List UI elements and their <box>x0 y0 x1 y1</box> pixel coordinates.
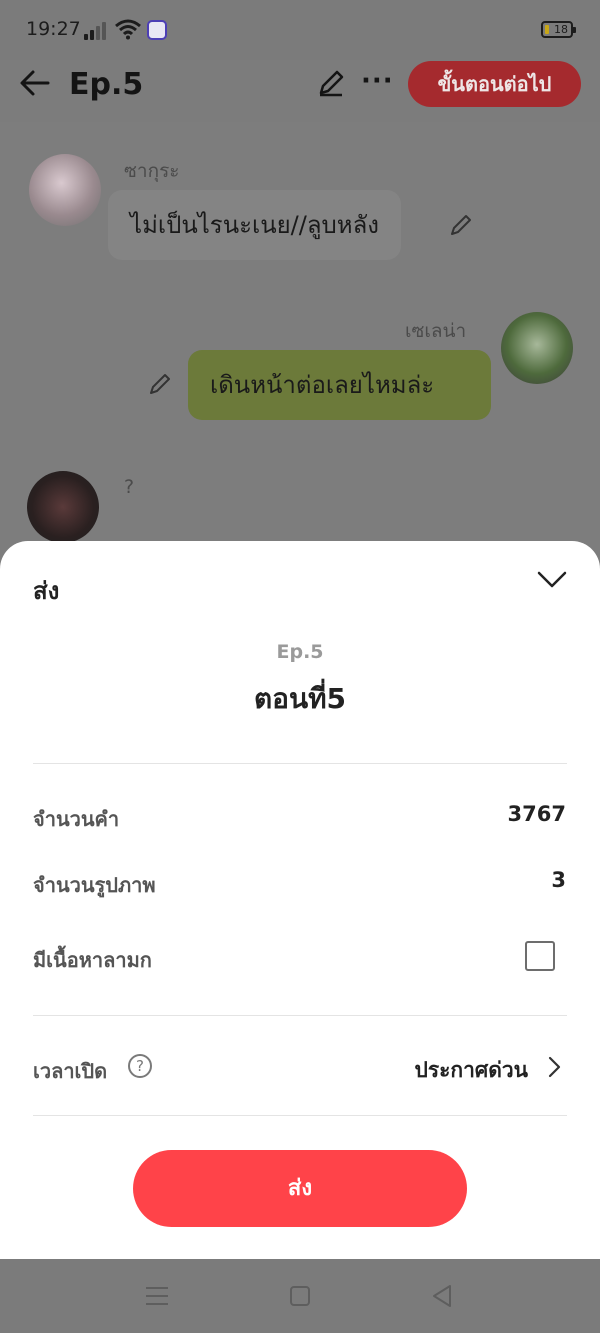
chevron-down-icon[interactable] <box>536 567 568 591</box>
open-time-value[interactable]: ประกาศด่วน <box>414 1054 528 1087</box>
pencil-icon[interactable] <box>147 371 173 397</box>
message-bubble[interactable]: เดินหน้าต่อเลยไหมล่ะ <box>188 350 491 420</box>
submit-button[interactable]: ส่ง <box>133 1150 467 1227</box>
avatar[interactable] <box>501 312 573 384</box>
divider <box>33 763 567 764</box>
home-icon[interactable] <box>290 1286 310 1306</box>
app-notification-icon <box>147 20 167 40</box>
page-title: Ep.5 <box>69 67 144 102</box>
adult-content-label: มีเนื้อหาลามก <box>33 948 152 972</box>
avatar[interactable] <box>27 471 99 543</box>
next-step-button[interactable]: ขั้นตอนต่อไป <box>408 61 581 107</box>
episode-label: Ep.5 <box>276 641 324 663</box>
sender-name: ? <box>124 476 135 498</box>
adult-content-checkbox[interactable] <box>525 941 555 971</box>
battery-icon: 18 <box>541 21 576 38</box>
divider <box>33 1015 567 1016</box>
sender-name: เซเลน่า <box>405 320 467 342</box>
system-nav-bar <box>0 1259 600 1333</box>
episode-name: ตอนที่5 <box>253 682 347 715</box>
message-bubble[interactable]: ไม่เป็นไรนะเนย//ลูบหลัง <box>108 190 402 260</box>
battery-level: 18 <box>554 23 568 36</box>
word-count-label: จำนวนคำ <box>33 807 120 831</box>
signal-icon <box>84 22 108 40</box>
word-count-value: 3767 <box>507 802 566 826</box>
divider <box>33 1115 567 1116</box>
sheet-title: ส่ง <box>33 577 60 605</box>
chat-area: ซากุระ ไม่เป็นไรนะเนย//ลูบหลัง เซเลน่า เ… <box>0 122 600 552</box>
wifi-icon <box>115 19 141 40</box>
more-icon[interactable]: ··· <box>361 66 394 96</box>
image-count-value: 3 <box>551 868 566 892</box>
status-bar: 19:27 18 <box>0 0 600 60</box>
app-header: Ep.5 ··· ขั้นตอนต่อไป <box>0 60 600 122</box>
pencil-icon[interactable] <box>316 68 346 98</box>
avatar[interactable] <box>29 154 101 226</box>
open-time-label: เวลาเปิด <box>33 1059 108 1083</box>
pencil-icon[interactable] <box>448 212 474 238</box>
menu-icon[interactable] <box>146 1287 168 1305</box>
back-triangle-icon[interactable] <box>430 1283 454 1309</box>
arrow-left-icon[interactable] <box>18 66 52 100</box>
question-circle-icon[interactable]: ? <box>128 1054 152 1078</box>
submit-sheet: ส่ง Ep.5 ตอนที่5 จำนวนคำ 3767 จำนวนรูปภา… <box>0 541 600 1259</box>
image-count-label: จำนวนรูปภาพ <box>33 873 156 897</box>
status-time: 19:27 <box>26 18 81 40</box>
chevron-right-icon[interactable] <box>545 1055 563 1079</box>
sender-name: ซากุระ <box>124 160 180 182</box>
